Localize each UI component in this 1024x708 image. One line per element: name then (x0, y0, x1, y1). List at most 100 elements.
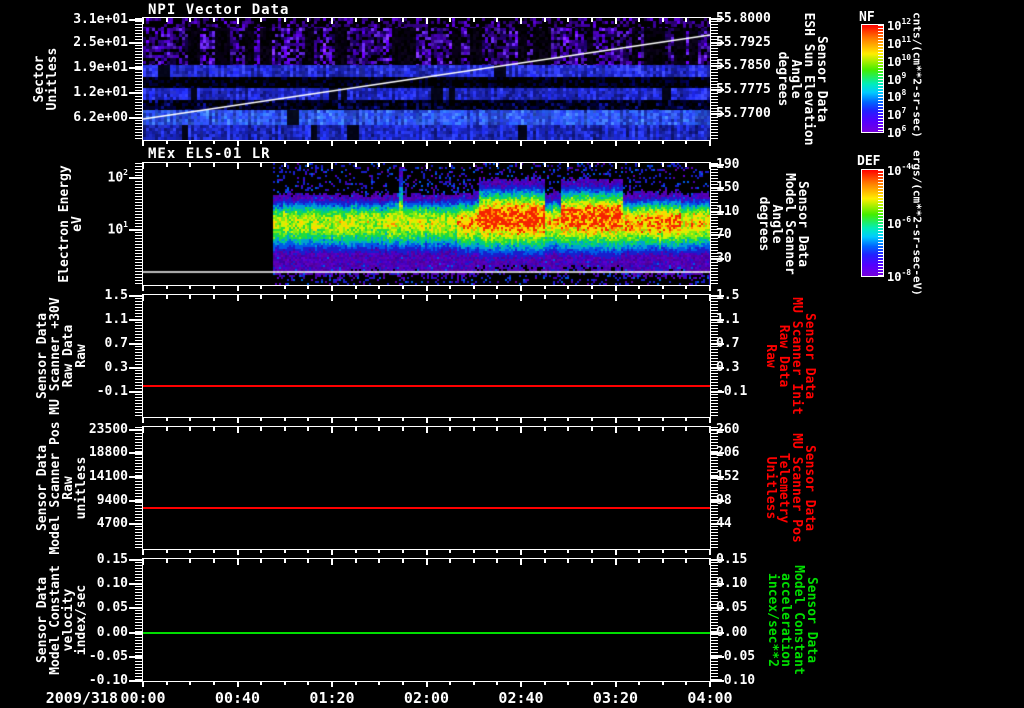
x-tick-label: 02:00 (403, 689, 450, 707)
x-tick-top (284, 295, 286, 299)
x-tick-bottom (378, 549, 380, 553)
y-minor-ticks-left (135, 295, 142, 417)
right-axis-label-4: Sensor Data Model Constant acceleration … (765, 565, 819, 675)
x-tick-bottom (402, 417, 404, 421)
x-tick-bottom (709, 140, 711, 146)
colorbar-tick-label: 1011 (887, 34, 912, 51)
panel-2 (129, 294, 724, 423)
y-axis-label-2: Sensor Data MU Scanner +30V Raw Data Raw (35, 297, 89, 415)
y-major-tick-left (129, 607, 142, 609)
x-tick-bottom (284, 417, 286, 421)
y-major-tick-left (129, 476, 142, 478)
x-tick-top (237, 18, 239, 24)
x-tick-bottom (331, 681, 333, 687)
x-tick-label: 00:40 (214, 689, 261, 707)
x-tick-top (591, 559, 593, 563)
x-tick-top (685, 427, 687, 431)
x-tick-bottom (591, 549, 593, 553)
x-tick-bottom (260, 681, 262, 685)
x-tick-bottom (142, 549, 144, 555)
x-tick-top (426, 427, 428, 433)
x-tick-bottom (189, 285, 191, 289)
x-tick-bottom (567, 140, 569, 144)
x-tick-top (260, 18, 262, 22)
x-tick-bottom (567, 417, 569, 421)
y-major-tick-left (129, 92, 142, 94)
x-tick-bottom (213, 549, 215, 553)
y-major-tick-left (129, 19, 142, 21)
x-tick-bottom (520, 417, 522, 423)
x-tick-top (662, 427, 664, 431)
y-major-tick-left (129, 177, 142, 179)
colorbar-NF (861, 24, 884, 133)
x-tick-bottom (307, 140, 309, 144)
x-tick-top (402, 163, 404, 167)
x-tick-label: 00:00 (120, 689, 166, 707)
colorbar-units: ergs/(cm**2-sr-sec-eV) (910, 150, 924, 296)
colorbar-tick-label: 107 (887, 106, 907, 123)
y-tick-label: 3.1e+01 (73, 12, 128, 27)
y-axis-label-0: Sector Unitless (32, 47, 60, 111)
x-tick-top (213, 559, 215, 563)
x-tick-bottom (709, 285, 711, 291)
x-tick-top (189, 295, 191, 299)
x-tick-top (662, 18, 664, 22)
x-tick-bottom (355, 549, 357, 553)
x-tick-bottom (567, 285, 569, 289)
x-tick-top (213, 163, 215, 167)
x-tick-bottom (307, 417, 309, 421)
x-tick-bottom (237, 549, 239, 555)
x-tick-bottom (685, 140, 687, 144)
x-tick-top (544, 163, 546, 167)
x-tick-top (426, 18, 428, 24)
x-tick-top (685, 559, 687, 563)
panel-title-els: MEx ELS-01 LR (148, 146, 271, 162)
x-tick-top (615, 559, 617, 565)
x-tick-bottom (355, 681, 357, 685)
x-tick-bottom (662, 417, 664, 421)
y-major-tick-left (129, 367, 142, 369)
x-tick-bottom (544, 140, 546, 144)
x-tick-bottom (166, 140, 168, 144)
x-tick-top (213, 427, 215, 431)
panel-title-npi: NPI Vector Data (148, 2, 290, 18)
x-tick-bottom (213, 285, 215, 289)
x-tick-bottom (449, 681, 451, 685)
x-tick-top (142, 18, 144, 24)
x-tick-bottom (615, 140, 617, 146)
x-tick-top (567, 559, 569, 563)
y-major-tick-left (129, 429, 142, 431)
colorbar-units: cnts/(cm**2-sr-sec) (910, 12, 924, 138)
x-tick-top (591, 295, 593, 299)
x-tick-top (260, 163, 262, 167)
x-tick-bottom (378, 285, 380, 289)
x-tick-top (473, 295, 475, 299)
x-tick-bottom (591, 140, 593, 144)
x-tick-top (189, 163, 191, 167)
colorbar-tick-label: 10-4 (887, 162, 912, 178)
x-tick-top (142, 163, 144, 169)
x-tick-bottom (166, 549, 168, 553)
x-tick-top (331, 18, 333, 24)
colorbar-tick-label: 109 (887, 70, 907, 87)
x-tick-top (426, 163, 428, 169)
y-major-tick-left (129, 117, 142, 119)
colorbar-DEF (861, 169, 884, 277)
x-tick-top (449, 295, 451, 299)
x-tick-bottom (615, 417, 617, 423)
x-tick-bottom (473, 285, 475, 289)
x-tick-top (473, 427, 475, 431)
x-tick-top (685, 295, 687, 299)
x-tick-top (355, 163, 357, 167)
x-tick-top (520, 295, 522, 301)
x-tick-top (331, 559, 333, 565)
x-tick-bottom (260, 140, 262, 144)
x-tick-top (260, 427, 262, 431)
x-tick-top (544, 559, 546, 563)
y-tick-label: 6.2e+00 (73, 110, 128, 125)
x-tick-top (402, 559, 404, 563)
x-tick-top (284, 427, 286, 431)
colorbar-title: NF (859, 10, 875, 25)
x-tick-bottom (284, 285, 286, 289)
x-tick-top (355, 18, 357, 22)
